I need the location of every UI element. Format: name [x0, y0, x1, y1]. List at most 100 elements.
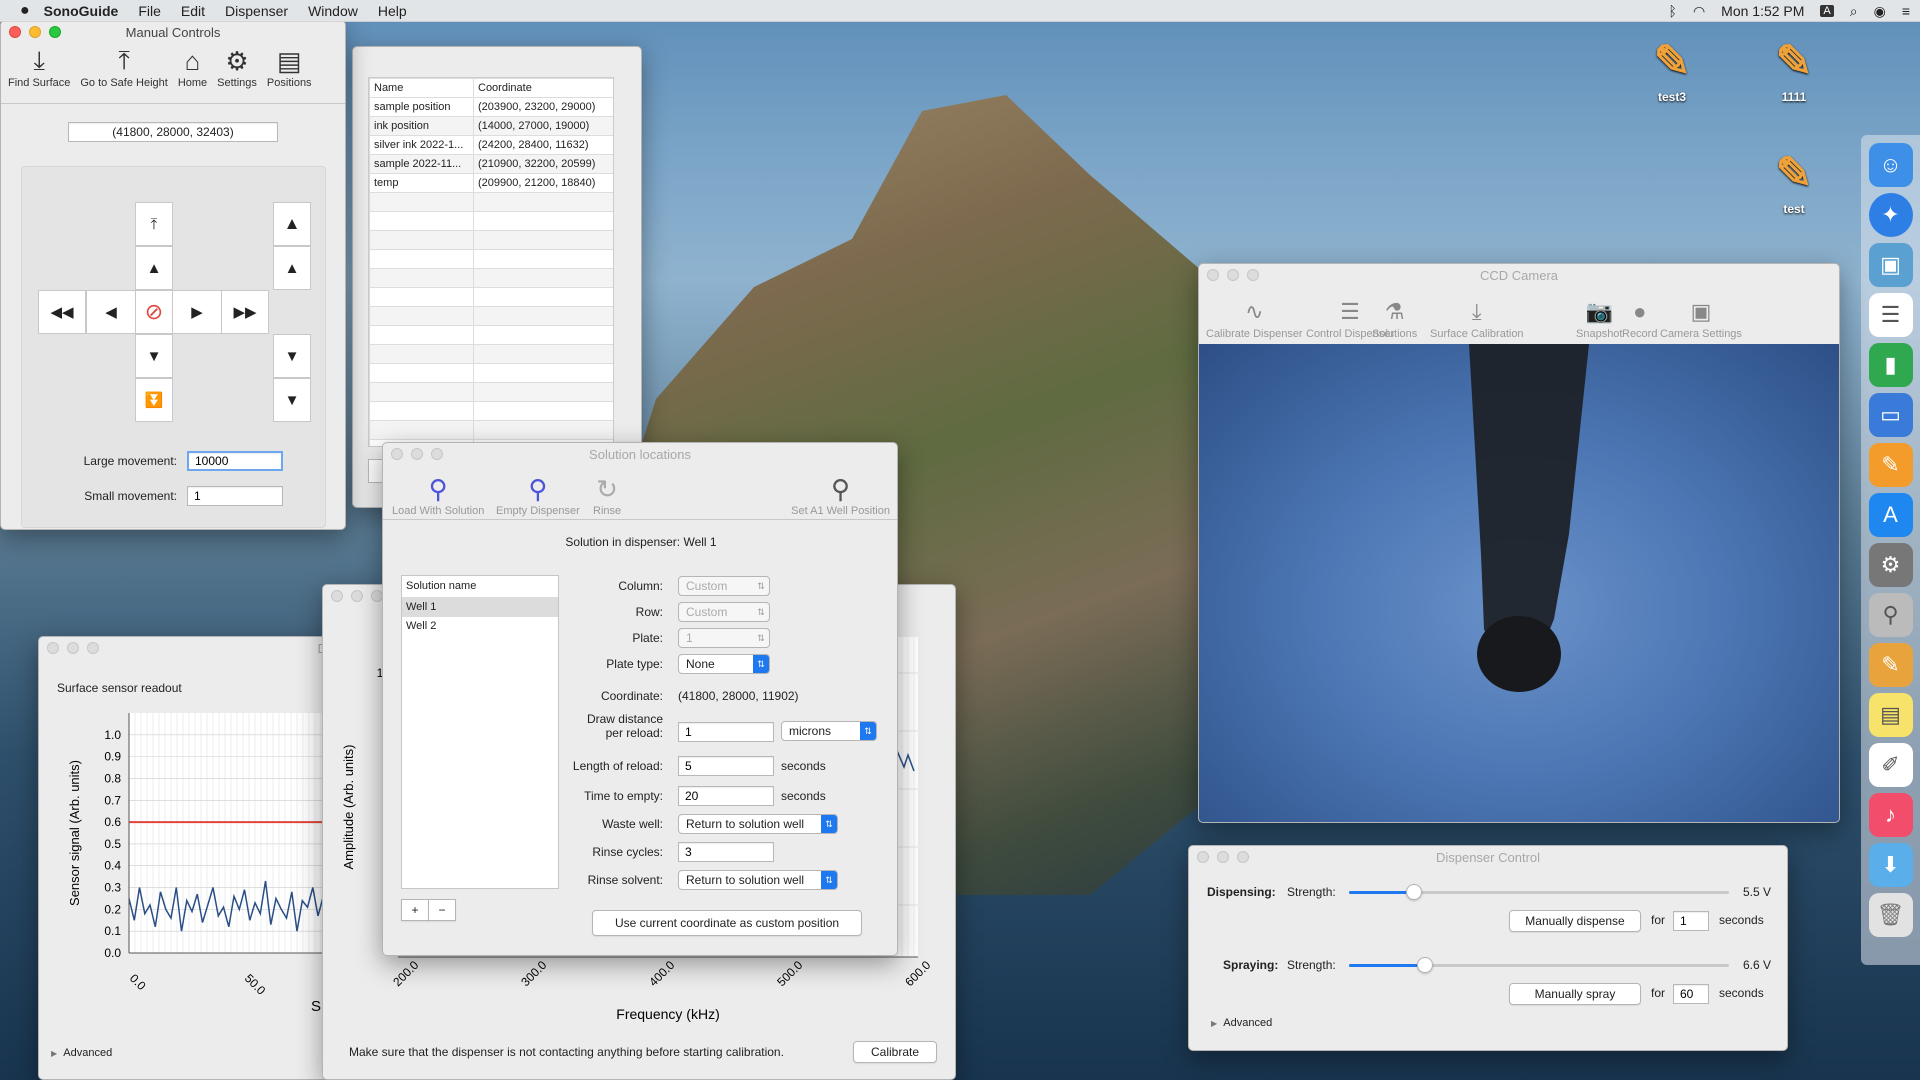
numbers-icon[interactable]: ▮: [1868, 343, 1913, 387]
position-coordinate-cell[interactable]: (203900, 23200, 29000): [473, 97, 613, 117]
position-coordinate-cell[interactable]: [473, 287, 613, 307]
finder-icon[interactable]: ☺: [1868, 143, 1913, 187]
menu-window[interactable]: Window: [308, 3, 358, 19]
camera-settings-button[interactable]: ▣ Camera Settings: [1655, 294, 1747, 342]
position-name-cell[interactable]: [369, 249, 474, 269]
table-row[interactable]: [369, 230, 613, 250]
table-row[interactable]: [369, 287, 613, 307]
position-coordinate-cell[interactable]: [473, 249, 613, 269]
desktop-icon-test[interactable]: ✎ test: [1770, 144, 1818, 217]
stickies-icon[interactable]: ▤: [1868, 693, 1913, 737]
position-coordinate-cell[interactable]: [473, 230, 613, 250]
position-coordinate-cell[interactable]: [473, 325, 613, 345]
table-row[interactable]: [369, 306, 613, 326]
small-movement-input[interactable]: [187, 486, 283, 506]
menu-edit[interactable]: Edit: [181, 3, 205, 19]
x-right-button[interactable]: ▶: [172, 290, 222, 334]
position-name-cell[interactable]: ink position: [369, 116, 474, 136]
use-current-coordinate-button[interactable]: Use current coordinate as custom positio…: [592, 910, 862, 936]
sonoguide-icon[interactable]: ✎: [1868, 643, 1913, 687]
position-name-cell[interactable]: [369, 287, 474, 307]
textedit-icon[interactable]: ✐: [1868, 743, 1913, 787]
advanced-disclosure[interactable]: ▶ Advanced: [51, 1047, 112, 1059]
desktop-icon-test3[interactable]: ✎ test3: [1648, 32, 1696, 105]
plate-type-popup[interactable]: None ⇅: [678, 654, 770, 674]
position-name-cell[interactable]: [369, 230, 474, 250]
position-name-cell[interactable]: sample position: [369, 97, 474, 117]
reminders-icon[interactable]: ☰: [1868, 293, 1913, 337]
z-up-large-button[interactable]: ▲: [273, 202, 311, 246]
wifi-icon[interactable]: ◠: [1693, 3, 1705, 20]
window-controls[interactable]: [1207, 269, 1259, 281]
manually-spray-button[interactable]: Manually spray: [1509, 983, 1641, 1005]
dispenser-titlebar[interactable]: Dispenser Control: [1189, 846, 1787, 868]
load-solution-button[interactable]: ⚲ Load With Solution: [387, 471, 489, 519]
menu-file[interactable]: File: [138, 3, 161, 19]
surface-titlebar[interactable]: Dia: [39, 637, 337, 659]
position-name-cell[interactable]: [369, 306, 474, 326]
position-coordinate-cell[interactable]: [473, 268, 613, 288]
table-row[interactable]: [369, 401, 613, 421]
large-movement-input[interactable]: [187, 451, 283, 471]
dispense-seconds-input[interactable]: [1673, 911, 1709, 931]
position-coordinate-cell[interactable]: [473, 363, 613, 383]
safari-icon[interactable]: ✦: [1868, 193, 1913, 237]
table-row[interactable]: [369, 211, 613, 231]
draw-unit-popup[interactable]: microns ⇅: [781, 721, 877, 741]
home-button[interactable]: ⌂ Home: [173, 43, 212, 91]
table-row[interactable]: [369, 344, 613, 364]
notification-center-icon[interactable]: ≡: [1902, 3, 1910, 19]
position-coordinate-cell[interactable]: [473, 382, 613, 402]
position-coordinate-cell[interactable]: [473, 344, 613, 364]
bluetooth-icon[interactable]: ᛒ: [1669, 3, 1677, 19]
time-to-empty-input[interactable]: [678, 786, 774, 806]
table-row[interactable]: [369, 363, 613, 383]
z-down-button[interactable]: ▼: [273, 334, 311, 378]
position-name-cell[interactable]: [369, 420, 474, 440]
remove-solution-button[interactable]: −: [428, 899, 456, 921]
position-coordinate-cell[interactable]: [473, 192, 613, 212]
x-right-large-button[interactable]: ▶▶: [221, 290, 269, 334]
find-surface-button[interactable]: ⤓ Find Surface: [3, 43, 75, 91]
rinse-button[interactable]: ↻ Rinse: [588, 471, 626, 519]
siri-icon[interactable]: ◉: [1874, 3, 1886, 20]
y-down-button[interactable]: ▼: [135, 334, 173, 378]
menu-dispenser[interactable]: Dispenser: [225, 3, 288, 19]
solutions-titlebar[interactable]: Solution locations: [383, 443, 897, 465]
spraying-strength-slider[interactable]: [1349, 957, 1729, 973]
pages-icon[interactable]: ✎: [1868, 443, 1913, 487]
input-source-icon[interactable]: A: [1820, 5, 1834, 17]
window-controls[interactable]: [331, 590, 383, 602]
position-coordinate-cell[interactable]: [473, 401, 613, 421]
rinse-solvent-popup[interactable]: Return to solution well ⇅: [678, 870, 838, 890]
rinse-cycles-input[interactable]: [678, 842, 774, 862]
positions-button[interactable]: ▤ Positions: [262, 43, 317, 91]
y-up-button[interactable]: ▲: [135, 246, 173, 290]
position-name-cell[interactable]: temp: [369, 173, 474, 193]
position-name-cell[interactable]: [369, 211, 474, 231]
zoom-button[interactable]: [49, 26, 61, 38]
window-controls[interactable]: [9, 26, 61, 38]
safe-height-button[interactable]: ⤒ Go to Safe Height: [75, 43, 172, 91]
surface-calibration-button[interactable]: ⤓ Surface Calibration: [1425, 294, 1529, 342]
table-row[interactable]: [369, 268, 613, 288]
draw-distance-input[interactable]: [678, 722, 774, 742]
table-row[interactable]: [369, 382, 613, 402]
advanced-disclosure[interactable]: ▶ Advanced: [1211, 1017, 1272, 1029]
position-name-cell[interactable]: [369, 325, 474, 345]
position-name-cell[interactable]: [369, 344, 474, 364]
ccd-titlebar[interactable]: CCD Camera: [1199, 264, 1839, 286]
position-coordinate-cell[interactable]: (210900, 32200, 20599): [473, 154, 613, 174]
set-a1-button[interactable]: ⚲ Set A1 Well Position: [786, 471, 895, 519]
position-coordinate-cell[interactable]: [473, 420, 613, 440]
y-down-large-button[interactable]: ⏬: [135, 378, 173, 422]
col-name-header[interactable]: Name: [369, 78, 474, 98]
app-store-icon[interactable]: A: [1868, 493, 1913, 537]
system-preferences-icon[interactable]: ⚙: [1868, 543, 1913, 587]
desktop-icon-1111[interactable]: ✎ 1111: [1770, 32, 1818, 105]
table-row[interactable]: temp (209900, 21200, 18840): [369, 173, 613, 193]
manually-dispense-button[interactable]: Manually dispense: [1509, 910, 1641, 932]
table-row[interactable]: [369, 249, 613, 269]
column-popup[interactable]: Custom ⇅: [678, 576, 770, 596]
table-row[interactable]: ink position (14000, 27000, 19000): [369, 116, 613, 136]
